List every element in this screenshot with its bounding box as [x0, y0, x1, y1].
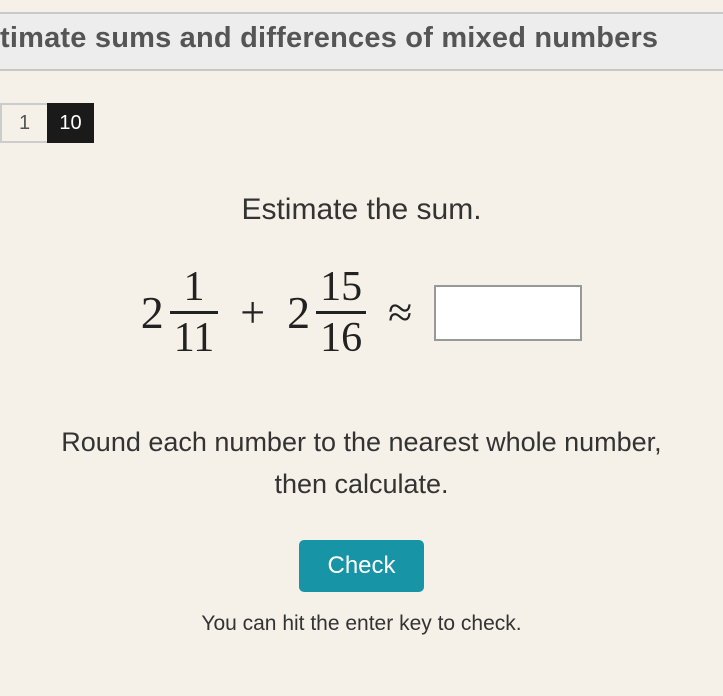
plus-sign: +: [240, 287, 265, 338]
approx-sign: ≈: [388, 287, 412, 338]
term-2-denominator: 16: [316, 311, 366, 360]
answer-input[interactable]: [434, 285, 582, 341]
term-1-numerator: 1: [180, 265, 209, 311]
term-2-whole: 2: [287, 286, 310, 339]
enter-hint: You can hit the enter key to check.: [0, 612, 723, 636]
header-title: timate sums and differences of mixed num…: [0, 22, 658, 54]
equation: 2 1 11 + 2 15 16 ≈: [0, 265, 723, 360]
term-1-denominator: 11: [170, 311, 218, 360]
check-button[interactable]: Check: [299, 540, 423, 592]
instruction-text: Round each number to the nearest whole n…: [0, 422, 723, 506]
progress-total: 10: [47, 103, 94, 143]
term-2: 2 15 16: [287, 265, 366, 360]
term-2-numerator: 15: [316, 265, 366, 311]
term-1-whole: 2: [141, 286, 164, 339]
term-1-fraction: 1 11: [170, 265, 218, 360]
instruction-line-1: Round each number to the nearest whole n…: [61, 427, 661, 457]
instruction-line-2: then calculate.: [274, 469, 448, 499]
question-content: Estimate the sum. 2 1 11 + 2 15 16 ≈ Rou…: [0, 193, 723, 636]
page-header: timate sums and differences of mixed num…: [0, 12, 723, 71]
question-prompt: Estimate the sum.: [0, 193, 723, 227]
progress-current: 1: [0, 103, 47, 143]
progress-indicator: 1 10: [0, 103, 723, 143]
term-1: 2 1 11: [141, 265, 218, 360]
term-2-fraction: 15 16: [316, 265, 366, 360]
